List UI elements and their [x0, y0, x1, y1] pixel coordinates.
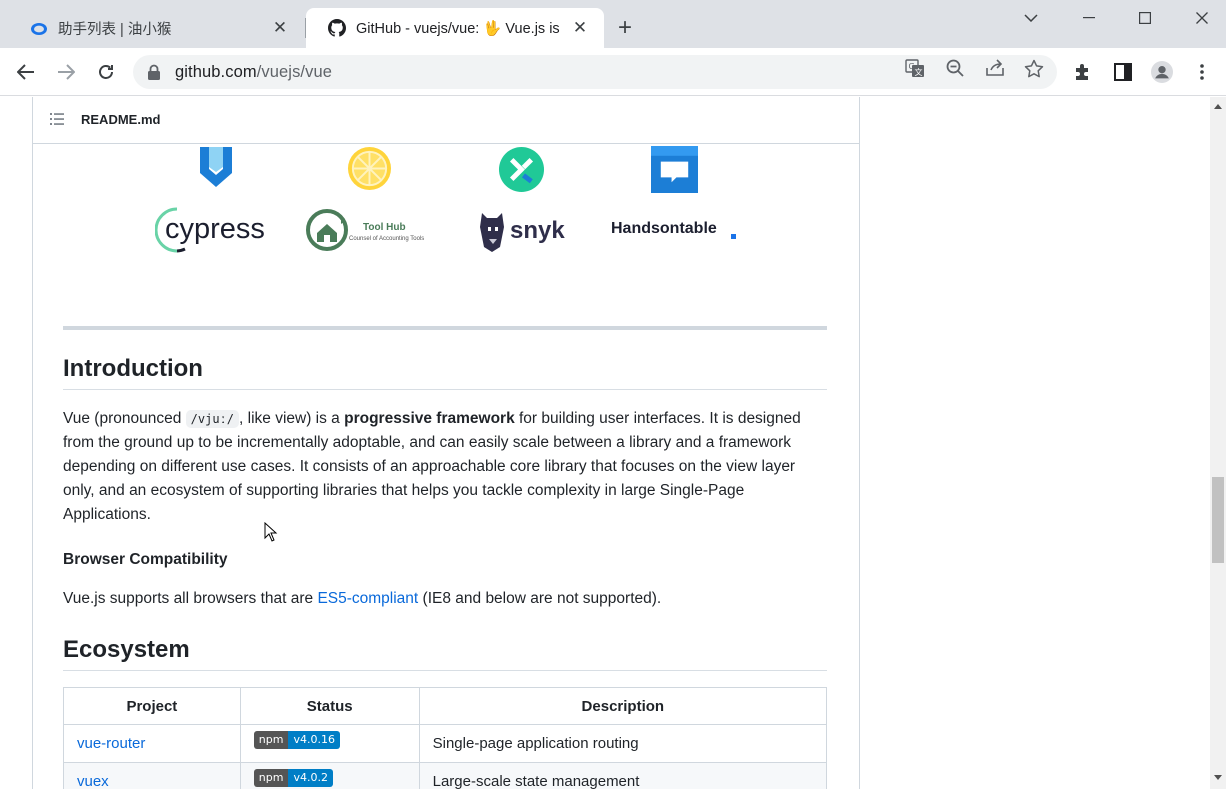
project-description: Single-page application routing	[418, 724, 828, 763]
menu-kebab-icon[interactable]	[1191, 61, 1213, 83]
readme-filename: README.md	[81, 111, 161, 127]
es5-compliant-link[interactable]: ES5-compliant	[317, 590, 418, 607]
project-link-vuex[interactable]: vuex	[77, 773, 109, 789]
ecosystem-table: Project Status Description vue-router np…	[63, 687, 828, 789]
tab-search-chevron-icon[interactable]	[1019, 6, 1043, 30]
scroll-down-arrow-icon[interactable]	[1214, 775, 1222, 781]
tab-github-vue[interactable]: GitHub - vuejs/vue: 🖖 Vue.js is ✕	[306, 8, 604, 48]
maximize-icon[interactable]	[1133, 6, 1157, 30]
back-icon[interactable]	[12, 58, 40, 86]
tab-title: 助手列表 | 油小猴	[58, 21, 172, 38]
url-text: github.com/vuejs/vue	[175, 62, 333, 81]
svg-text:cypress: cypress	[165, 213, 265, 245]
sponsor-shield-logo[interactable]	[196, 145, 236, 189]
svg-text:Counsel of Accounting Tools: Counsel of Accounting Tools	[349, 236, 424, 242]
zoom-icon[interactable]	[944, 57, 966, 79]
vertical-scrollbar[interactable]	[1210, 97, 1226, 789]
column-header-project: Project	[63, 687, 241, 725]
browser-toolbar: github.com/vuejs/vue 文G	[0, 48, 1226, 96]
table-header-row: Project Status Description	[63, 687, 828, 725]
table-row: vuex npm v4.0.2 Large-scale state managem…	[63, 762, 828, 789]
github-icon	[328, 19, 346, 37]
tab-strip: 助手列表 | 油小猴 ✕ GitHub - vuejs/vue: 🖖 Vue.j…	[0, 0, 1226, 48]
share-icon[interactable]	[984, 57, 1006, 79]
ecosystem-heading: Ecosystem	[63, 636, 190, 663]
profile-avatar-icon[interactable]	[1151, 61, 1173, 83]
sponsor-chat-logo[interactable]	[650, 145, 698, 193]
sponsor-lemon-logo[interactable]	[346, 145, 392, 191]
sponsor-toolhub-logo[interactable]: Tool Hub Counsel of Accounting Tools	[305, 207, 433, 253]
svg-text:Tool Hub: Tool Hub	[363, 222, 406, 233]
tab-title: GitHub - vuejs/vue: 🖖 Vue.js is	[356, 20, 560, 37]
readme-header: README.md	[33, 97, 859, 144]
tab-close-icon[interactable]: ✕	[570, 18, 590, 38]
translate-icon[interactable]: 文G	[904, 57, 926, 79]
close-window-icon[interactable]	[1190, 6, 1214, 30]
heading-underline	[63, 389, 827, 390]
page-viewport: README.md cypress Tool Hub Counsel of Ac…	[0, 97, 1226, 789]
cloud-favicon-icon	[31, 23, 47, 35]
browser-compat-heading: Browser Compatibility	[63, 551, 228, 568]
svg-text:snyk: snyk	[510, 217, 565, 244]
sponsor-cypress-logo[interactable]: cypress	[155, 205, 277, 255]
browser-compat-paragraph: Vue.js supports all browsers that are ES…	[63, 590, 662, 607]
extensions-puzzle-icon[interactable]	[1072, 61, 1094, 83]
list-outline-icon[interactable]	[49, 111, 65, 127]
column-header-description: Description	[418, 687, 828, 725]
scrollbar-thumb[interactable]	[1212, 477, 1224, 563]
sponsor-snyk-logo[interactable]: snyk	[476, 207, 570, 253]
tab-close-icon[interactable]: ✕	[270, 18, 290, 38]
sponsor-arrows-logo[interactable]	[497, 145, 545, 193]
svg-text:文: 文	[915, 67, 923, 77]
mouse-cursor-icon	[264, 522, 278, 542]
column-header-status: Status	[239, 687, 420, 725]
reload-icon[interactable]	[92, 58, 120, 86]
heading-underline	[63, 670, 827, 671]
npm-version-badge[interactable]: npm v4.0.2	[253, 768, 333, 787]
bookmark-star-icon[interactable]	[1023, 57, 1045, 79]
svg-text:Handsontable: Handsontable	[611, 220, 717, 237]
introduction-heading: Introduction	[63, 355, 203, 382]
new-tab-icon[interactable]: +	[618, 16, 632, 40]
pronunciation-code: /vjuː/	[185, 410, 240, 428]
npm-version-badge[interactable]: npm v4.0.16	[253, 730, 340, 749]
sponsor-handsontable-logo[interactable]: Handsontable	[608, 211, 740, 245]
minimize-icon[interactable]	[1077, 6, 1101, 30]
section-divider	[63, 326, 827, 330]
tab-assistant-list[interactable]: 助手列表 | 油小猴 ✕	[8, 8, 304, 48]
project-description: Large-scale state management	[418, 762, 828, 789]
introduction-paragraph: Vue (pronounced /vjuː/, like view) is a …	[63, 410, 801, 523]
svg-text:G: G	[909, 62, 915, 71]
project-link-vue-router[interactable]: vue-router	[77, 735, 145, 752]
side-panel-icon[interactable]	[1112, 61, 1134, 83]
table-row: vue-router npm v4.0.16 Single-page applic…	[63, 724, 828, 763]
forward-icon[interactable]	[52, 58, 80, 86]
scroll-up-arrow-icon[interactable]	[1214, 103, 1222, 109]
lock-icon[interactable]	[147, 64, 161, 80]
